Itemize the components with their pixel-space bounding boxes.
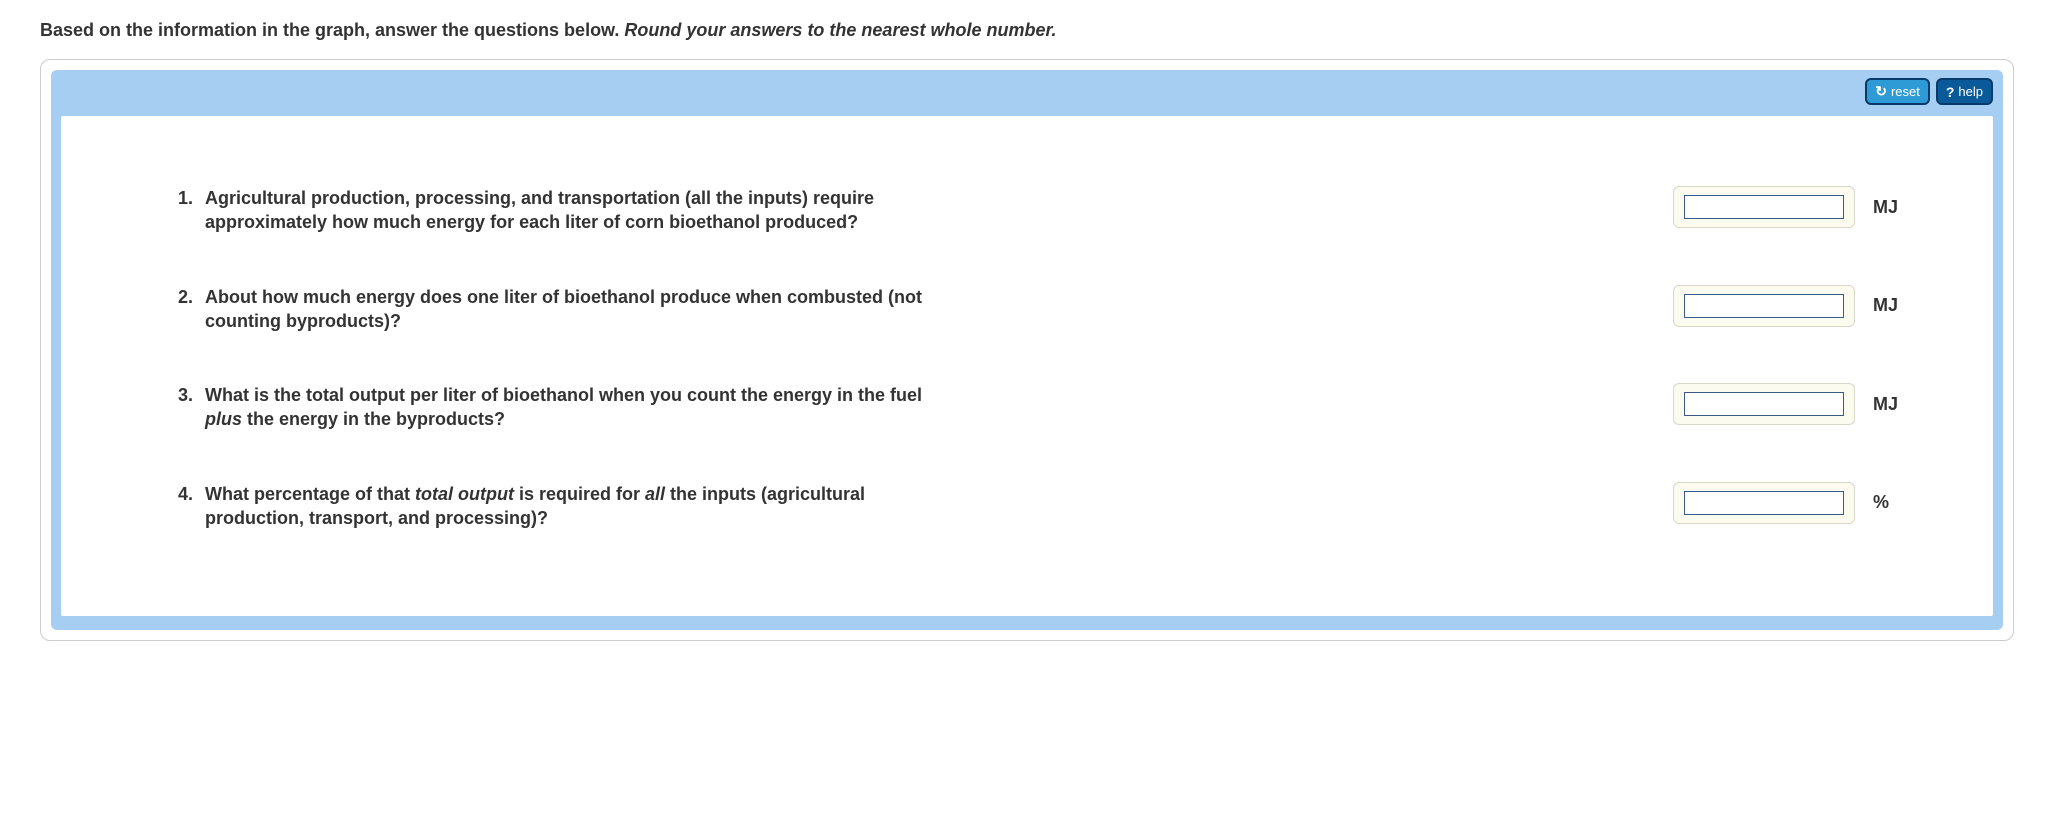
question-text: 2. About how much energy does one liter … [171,285,931,334]
help-label: help [1958,84,1983,99]
inner-card: ↻ reset ? help 1. Agricultural productio… [51,70,2003,630]
answer-input-wrap [1673,482,1855,524]
instruction-plain: Based on the information in the graph, a… [40,20,624,40]
question-body: About how much energy does one liter of … [205,285,931,334]
question-text: 4. What percentage of that total output … [171,482,931,531]
question-number: 3. [171,383,193,432]
answer-input-wrap [1673,383,1855,425]
instruction-text: Based on the information in the graph, a… [40,20,2014,41]
answer-input[interactable] [1684,294,1844,318]
question-body: Agricultural production, processing, and… [205,186,931,235]
reset-button[interactable]: ↻ reset [1865,78,1930,105]
reset-label: reset [1891,84,1920,99]
question-row: 3. What is the total output per liter of… [171,383,1903,432]
question-body: What is the total output per liter of bi… [205,383,931,432]
question-text: 3. What is the total output per liter of… [171,383,931,432]
answer-group: % [1673,482,1903,524]
answer-input[interactable] [1684,392,1844,416]
toolbar: ↻ reset ? help [1865,78,1993,105]
question-number: 4. [171,482,193,531]
answer-input[interactable] [1684,491,1844,515]
question-row: 1. Agricultural production, processing, … [171,186,1903,235]
help-button[interactable]: ? help [1936,78,1993,105]
question-body: What percentage of that total output is … [205,482,931,531]
answer-group: MJ [1673,383,1903,425]
question-panel: 1. Agricultural production, processing, … [61,116,1993,616]
answer-unit: MJ [1873,197,1903,218]
answer-unit: MJ [1873,295,1903,316]
answer-unit: % [1873,492,1903,513]
answer-input[interactable] [1684,195,1844,219]
question-number: 1. [171,186,193,235]
answer-group: MJ [1673,285,1903,327]
answer-unit: MJ [1873,394,1903,415]
reset-icon: ↻ [1875,83,1887,100]
question-row: 2. About how much energy does one liter … [171,285,1903,334]
question-text: 1. Agricultural production, processing, … [171,186,931,235]
answer-input-wrap [1673,285,1855,327]
outer-card: ↻ reset ? help 1. Agricultural productio… [40,59,2014,641]
answer-group: MJ [1673,186,1903,228]
help-icon: ? [1946,84,1955,100]
answer-input-wrap [1673,186,1855,228]
question-number: 2. [171,285,193,334]
instruction-italic: Round your answers to the nearest whole … [624,20,1056,40]
question-row: 4. What percentage of that total output … [171,482,1903,531]
